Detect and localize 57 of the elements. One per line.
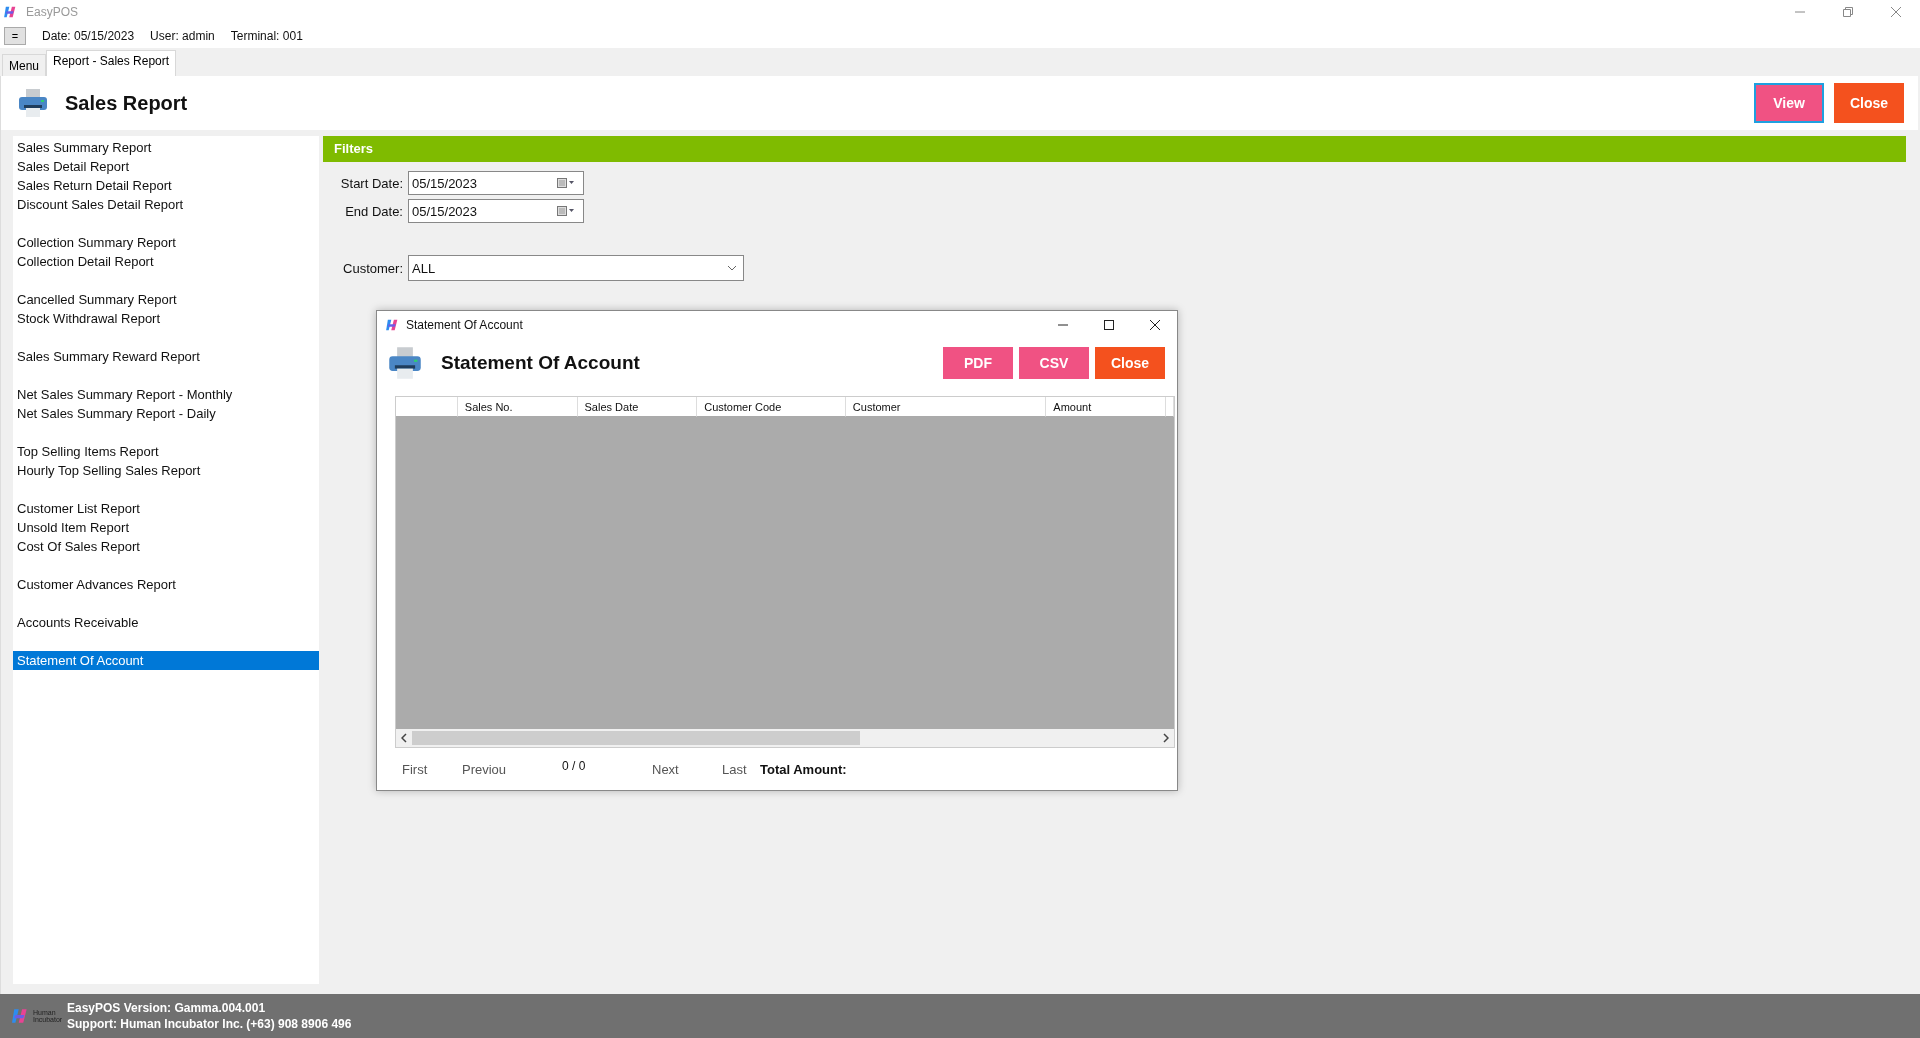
report-list-item[interactable]: Customer List Report <box>13 499 319 518</box>
next-page-button[interactable]: Next <box>652 761 722 777</box>
report-list-item[interactable]: Cancelled Summary Report <box>13 290 319 309</box>
scroll-right-icon[interactable] <box>1163 733 1169 744</box>
chevron-down-icon <box>727 265 737 271</box>
last-page-button[interactable]: Last <box>722 761 760 777</box>
field-label: End Date: <box>344 203 403 219</box>
report-list-item[interactable]: Accounts Receivable <box>13 613 319 632</box>
tab[interactable]: Report - Sales Report <box>46 50 177 76</box>
field-label: Start Date: <box>339 175 403 191</box>
calendar-icon <box>557 206 575 216</box>
date-picker[interactable]: 05/15/2023 <box>408 171 584 195</box>
report-list-item[interactable]: Discount Sales Detail Report <box>13 195 319 214</box>
printer-icon <box>17 87 49 119</box>
report-list-item[interactable]: Unsold Item Report <box>13 518 319 537</box>
calendar-icon <box>557 178 575 188</box>
report-list-item[interactable]: Collection Summary Report <box>13 233 319 252</box>
close-icon[interactable] <box>1149 319 1161 332</box>
restore-icon[interactable] <box>1842 6 1854 18</box>
report-list-item[interactable]: Sales Summary Report <box>13 138 319 157</box>
page-title: Sales Report <box>65 91 188 115</box>
maximize-icon[interactable] <box>1103 319 1115 332</box>
user-label: User: admin <box>150 29 215 43</box>
app-logo-icon <box>12 1008 30 1024</box>
filters-header: Filters <box>323 136 1906 162</box>
customer-dropdown[interactable]: ALL <box>408 255 744 281</box>
report-list-item[interactable]: Sales Detail Report <box>13 157 319 176</box>
first-page-button[interactable]: First <box>402 761 462 777</box>
report-list-item[interactable]: Stock Withdrawal Report <box>13 309 319 328</box>
report-list-item[interactable]: Customer Advances Report <box>13 575 319 594</box>
version-text: EasyPOS Version: Gamma.004.001 <box>67 1000 267 1016</box>
tab[interactable]: Menu <box>2 54 47 76</box>
report-list-item[interactable]: Sales Return Detail Report <box>13 176 319 195</box>
menu-button[interactable]: = <box>4 27 26 45</box>
total-amount-label: Total Amount: <box>760 761 847 777</box>
report-list-item[interactable]: Statement Of Account <box>13 651 319 670</box>
dialog-heading: Statement Of Account <box>441 352 640 375</box>
scroll-left-icon[interactable] <box>401 733 407 744</box>
printer-icon <box>387 345 423 382</box>
report-list-item[interactable]: Top Selling Items Report <box>13 442 319 461</box>
report-list-item[interactable]: Cost Of Sales Report <box>13 537 319 556</box>
report-list-item[interactable]: Hourly Top Selling Sales Report <box>13 461 319 480</box>
terminal-label: Terminal: 001 <box>230 29 303 43</box>
date-label: Date: 05/15/2023 <box>42 29 135 43</box>
report-list-item[interactable]: Net Sales Summary Report - Monthly <box>13 385 319 404</box>
app-logo-icon <box>386 319 400 332</box>
window-title: EasyPOS <box>26 5 79 19</box>
previous-page-button[interactable]: Previou <box>462 761 562 777</box>
dialog-title: Statement Of Account <box>406 318 523 333</box>
field-label: Customer: <box>342 260 403 276</box>
report-list-item[interactable]: Collection Detail Report <box>13 252 319 271</box>
page-count: 0 / 0 <box>562 759 587 774</box>
report-list-item[interactable]: Net Sales Summary Report - Daily <box>13 404 319 423</box>
support-text: Support: Human Incubator Inc. (+63) 908 8906 496 <box>67 1016 352 1032</box>
date-picker[interactable]: 05/15/2023 <box>408 199 584 223</box>
report-list-item[interactable]: Sales Summary Reward Report <box>13 347 319 366</box>
app-logo-icon <box>4 6 18 18</box>
